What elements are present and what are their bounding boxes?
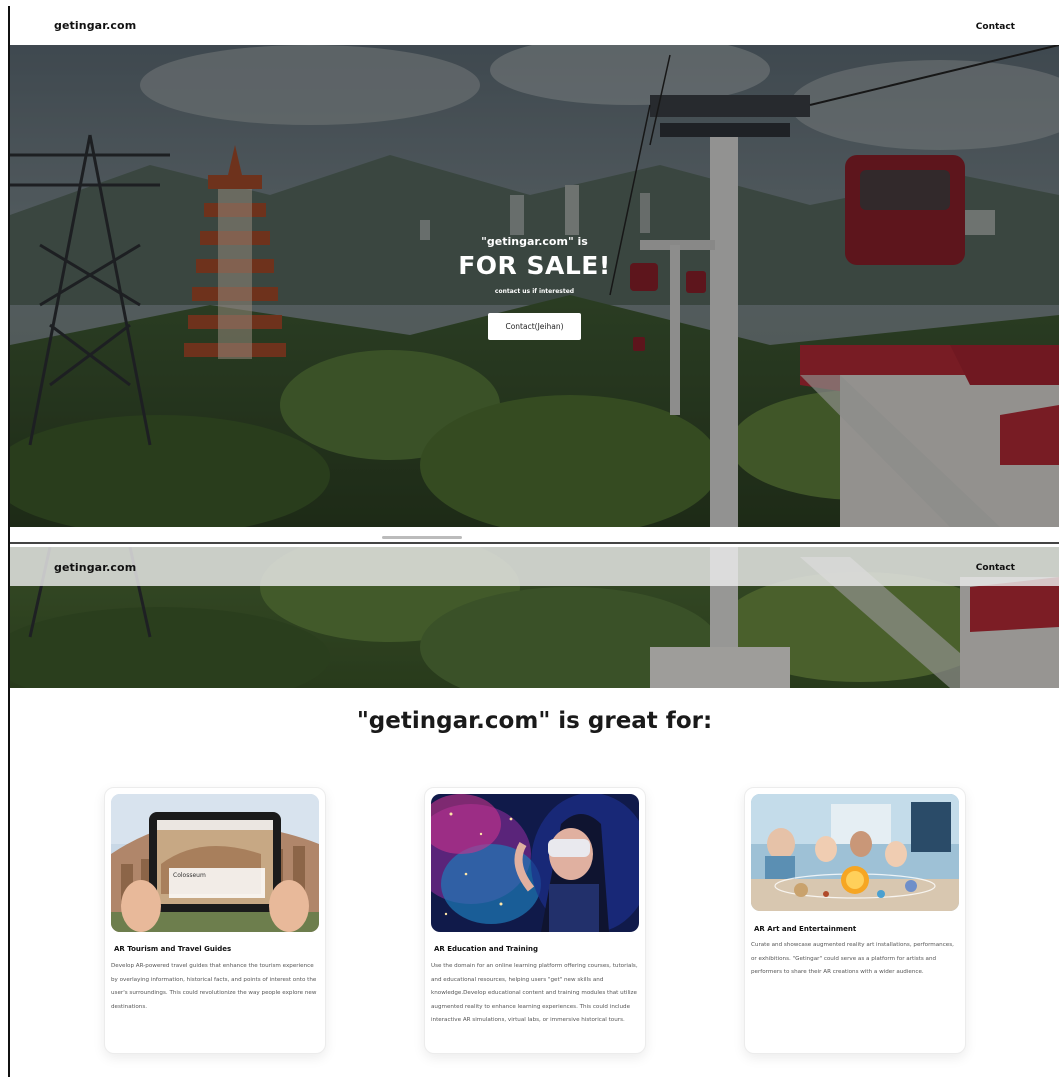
page-view-top: getingar.com Contact "getingar.com" is F… — [10, 6, 1059, 545]
hero-prefix-text: "getingar.com" is — [481, 235, 588, 248]
top-navbar: getingar.com Contact — [10, 6, 1059, 45]
card-description: Curate and showcase augmented reality ar… — [751, 942, 954, 975]
page-view-scrolled: getingar.com Contact "getingar.com" is g… — [10, 547, 1059, 1077]
screenshot-divider — [10, 542, 1059, 544]
feature-card-tourism: Colosseum AR Tourism and Travel Guides D… — [104, 787, 326, 1054]
hero-title: FOR SALE! — [458, 251, 611, 280]
brand-logo-link[interactable]: getingar.com — [54, 561, 136, 574]
hero-banner-bottom: getingar.com Contact — [10, 547, 1059, 688]
sticky-navbar: getingar.com Contact — [10, 547, 1059, 586]
hero-background-image — [10, 45, 1059, 527]
colosseum-tablet-image: Colosseum — [111, 794, 319, 932]
card-title: AR Tourism and Travel Guides — [114, 945, 232, 953]
card-description: Develop AR-powered travel guides that en… — [111, 963, 317, 1010]
horizontal-scrollbar-thumb[interactable] — [382, 536, 462, 539]
hero-subtitle: contact us if interested — [494, 288, 575, 295]
hero-banner: "getingar.com" is FOR SALE! contact us i… — [10, 45, 1059, 527]
vr-headset-image — [431, 794, 639, 932]
nav-contact-link[interactable]: Contact — [976, 22, 1015, 32]
nav-contact-link[interactable]: Contact — [976, 563, 1015, 573]
feature-card-education: AR Education and Training Use the domain… — [424, 787, 646, 1054]
contact-jeihan-button[interactable]: Contact(Jeihan) — [488, 313, 581, 340]
features-heading: "getingar.com" is great for: — [356, 708, 713, 734]
card-description: Use the domain for an online learning pl… — [431, 963, 638, 1023]
brand-logo-link[interactable]: getingar.com — [54, 19, 136, 32]
tablet-screen-label: Colosseum — [173, 872, 206, 879]
card-title: AR Art and Entertainment — [754, 925, 857, 933]
feature-card-art: AR Art and Entertainment Curate and show… — [744, 787, 966, 1054]
card-title: AR Education and Training — [434, 945, 538, 953]
classroom-solar-system-image — [751, 794, 959, 911]
